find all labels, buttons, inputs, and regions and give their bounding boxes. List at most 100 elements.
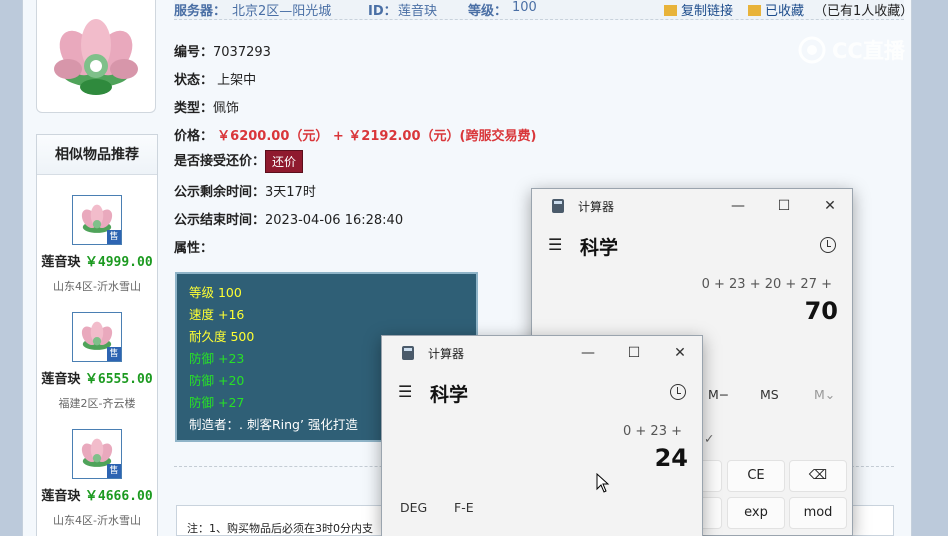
end-time-value: 2023-04-06 16:28:40 [265, 213, 404, 228]
similar-item-server: 福建2区-齐云楼 [58, 397, 136, 410]
item-number-label: 编号： [174, 45, 214, 60]
item-info-bar: 服务器： 北京2区—阳光城 ID： 莲音玦 等级： 100 复制链接 已收藏 （… [174, 0, 913, 20]
item-price-value: ￥6200.00（元） + ￥2192.00（元）(跨服交易费) [217, 129, 537, 144]
bargain-button[interactable]: 还价 [265, 150, 304, 173]
calculator-result: 70 [804, 297, 838, 325]
right-gutter [912, 0, 948, 536]
sell-badge: 售 [107, 464, 121, 478]
id-label: ID： [368, 4, 397, 19]
item-number-row: 编号：7037293 [174, 41, 271, 60]
window-title: 计算器 [428, 347, 465, 361]
remain-time-label: 公示剩余时间： [174, 185, 266, 200]
calculator-result: 24 [654, 444, 688, 472]
clear-entry-button[interactable]: CE [727, 460, 785, 492]
similar-items-title: 相似物品推荐 [37, 135, 157, 175]
similar-item-name: 莲音玦 [41, 489, 81, 504]
mouse-cursor-icon [596, 473, 610, 493]
attribute-line: 等级 100 [189, 285, 242, 300]
calculator-app-icon [402, 346, 414, 360]
close-button[interactable]: ✕ [662, 340, 698, 366]
mod-button[interactable]: mod [789, 497, 847, 529]
similar-item-thumb[interactable]: 售 [72, 429, 122, 479]
similar-item-name: 莲音玦 [41, 372, 81, 387]
calculator-expression: 0 + 23 + 20 + 27 + [701, 277, 832, 292]
level-label: 等级： [468, 4, 508, 19]
similar-item-price: ￥6555.00 [84, 372, 153, 387]
cc-live-watermark: CC直播 [796, 34, 918, 66]
angle-unit-button[interactable]: DEG [400, 500, 427, 515]
copy-link-button[interactable]: 复制链接 [664, 0, 733, 19]
item-image [36, 0, 156, 113]
calculator-app-icon [552, 199, 564, 213]
item-status-row: 状态： 上架中 [174, 69, 256, 88]
remain-time-row: 公示剩余时间：3天17时 [174, 181, 316, 200]
favorite-label: 已收藏 [765, 4, 805, 19]
favorite-count: （已有1人收藏） [814, 4, 914, 19]
copy-link-icon [664, 5, 677, 16]
copy-link-label: 复制链接 [681, 4, 734, 19]
item-type-value: 佩饰 [213, 101, 240, 116]
history-icon[interactable] [820, 237, 836, 253]
title-bar[interactable]: 计算器 — ☐ ✕ [532, 189, 852, 223]
level-value: 100 [512, 0, 537, 15]
backspace-button[interactable]: ⌫ [789, 460, 847, 492]
history-icon[interactable] [670, 384, 686, 400]
calculator-mode: 科学 [430, 384, 469, 406]
calculator-mode: 科学 [580, 237, 619, 259]
calculator-window-front[interactable]: 计算器 — ☐ ✕ ☰ 科学 0 + 23 + 24 DEG F-E [381, 335, 703, 536]
close-button[interactable]: ✕ [812, 193, 848, 219]
page: 相似物品推荐 售 莲音玦 ￥4999.00 山东4区-沂水雪山 售 莲音玦 ￥6… [0, 0, 948, 536]
attribute-line: 速度 +16 [189, 307, 245, 322]
similar-item-price: ￥4999.00 [84, 255, 153, 270]
server-label: 服务器： [174, 4, 227, 19]
memory-list-button[interactable]: M⌄ [814, 387, 835, 402]
similar-item-1[interactable]: 售 莲音玦 ￥4999.00 山东4区-沂水雪山 [37, 195, 157, 294]
end-time-row: 公示结束时间：2023-04-06 16:28:40 [174, 209, 403, 228]
similar-items-panel: 相似物品推荐 售 莲音玦 ￥4999.00 山东4区-沂水雪山 售 莲音玦 ￥6… [36, 134, 158, 536]
bargain-row: 是否接受还价： 还价 [174, 150, 304, 173]
end-time-label: 公示结束时间： [174, 213, 266, 228]
similar-item-thumb[interactable]: 售 [72, 195, 122, 245]
attributes-label: 属性： [174, 241, 214, 256]
cc-logo-icon: CC直播 [798, 36, 906, 64]
window-title: 计算器 [578, 200, 615, 214]
calculator-expression: 0 + 23 + [623, 424, 682, 439]
item-number-value: 7037293 [213, 45, 271, 60]
similar-item-server: 山东4区-沂水雪山 [53, 514, 141, 527]
watermark-text: CC直播 [832, 39, 906, 63]
hamburger-menu-icon[interactable]: ☰ [548, 235, 562, 254]
similar-item-name: 莲音玦 [41, 255, 81, 270]
item-price-row: 价格： ￥6200.00（元） + ￥2192.00（元）(跨服交易费) [174, 125, 536, 144]
remain-time-value: 3天17时 [265, 185, 316, 200]
exp-button[interactable]: exp [727, 497, 785, 529]
item-status-label: 状态： [174, 73, 214, 88]
sell-badge: 售 [107, 230, 121, 244]
item-price-label: 价格： [174, 129, 214, 144]
lotus-jade-icon [54, 19, 138, 95]
maximize-button[interactable]: ☐ [616, 340, 652, 366]
maximize-button[interactable]: ☐ [766, 193, 802, 219]
similar-item-line[interactable]: 莲音玦 ￥4666.00 [37, 485, 157, 504]
folder-icon [748, 5, 761, 16]
favorite-button[interactable]: 已收藏 [748, 0, 804, 19]
memory-subtract-button[interactable]: M− [708, 387, 729, 402]
server-value: 北京2区—阳光城 [232, 4, 332, 19]
item-type-label: 类型： [174, 101, 214, 116]
fixed-exponent-button[interactable]: F-E [454, 500, 474, 515]
memory-store-button[interactable]: MS [760, 387, 779, 402]
hamburger-menu-icon[interactable]: ☰ [398, 382, 412, 401]
similar-item-server: 山东4区-沂水雪山 [53, 280, 141, 293]
title-bar[interactable]: 计算器 — ☐ ✕ [382, 336, 702, 370]
item-status-value: 上架中 [217, 73, 257, 88]
minimize-button[interactable]: — [570, 340, 606, 366]
sell-badge: 售 [107, 347, 121, 361]
attributes-row: 属性： [174, 237, 213, 256]
minimize-button[interactable]: — [720, 193, 756, 219]
similar-item-3[interactable]: 售 莲音玦 ￥4666.00 山东4区-沂水雪山 [37, 429, 157, 528]
expand-chevron-icon[interactable]: ✓ [704, 431, 714, 446]
similar-item-line[interactable]: 莲音玦 ￥4999.00 [37, 251, 157, 270]
similar-item-price: ￥4666.00 [84, 489, 153, 504]
similar-item-line[interactable]: 莲音玦 ￥6555.00 [37, 368, 157, 387]
similar-item-thumb[interactable]: 售 [72, 312, 122, 362]
similar-item-2[interactable]: 售 莲音玦 ￥6555.00 福建2区-齐云楼 [37, 312, 157, 411]
